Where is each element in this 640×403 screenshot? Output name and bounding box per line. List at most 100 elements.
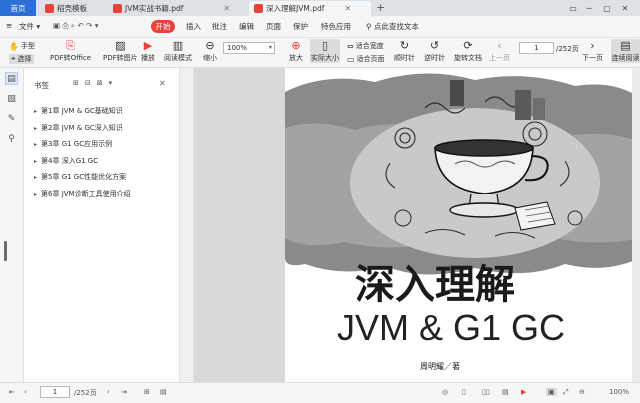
status-page-input[interactable]: 1 (40, 386, 70, 398)
tab-label: 稻壳模板 (57, 4, 87, 13)
next-page-button[interactable]: › 下一页 (582, 39, 603, 63)
continuous-page-icon[interactable]: ▤ (502, 388, 509, 396)
bookmark-item[interactable]: ▸ 第4章 深入G1 GC (34, 156, 98, 166)
menu-annotate[interactable]: 批注 (212, 21, 227, 32)
fit-icon[interactable]: ▣ (546, 388, 557, 396)
last-page-icon[interactable]: ⇥ (121, 388, 127, 396)
pdf-office-icon: ⎘ (66, 39, 75, 52)
menu-insert[interactable]: 插入 (186, 21, 201, 32)
bookmark-expand-icon[interactable]: ⊟ (85, 79, 91, 87)
new-tab-button[interactable]: + (376, 1, 385, 14)
bookmark-panel: 书签 ⊞ ⊟ ⊠ ▾ ✕ ▸ 第1章 JVM & GC基础知识 ▸ 第2章 JVM … (25, 68, 180, 382)
eye-icon[interactable]: ◎ (442, 388, 448, 396)
panel-collapse-strip[interactable] (180, 68, 194, 382)
fit-page-button[interactable]: ▭ 适合页面 (347, 54, 385, 64)
bookmark-item[interactable]: ▸ 第2章 JVM & GC深入知识 (34, 123, 123, 133)
bookmark-item[interactable]: ▸ 第5章 G1 GC性能优化方案 (34, 172, 126, 182)
pdf-to-image-button[interactable]: ▨ PDF转图片 (103, 39, 138, 63)
zoom-in-label: 放大 (289, 54, 303, 62)
page-mode-icon[interactable]: ▤ (160, 388, 167, 396)
play-icon: ▶ (143, 39, 153, 52)
pdf-to-office-button[interactable]: ⎘ PDF转Office (50, 39, 91, 63)
play-icon[interactable]: ▶ (521, 388, 526, 396)
add-page-icon[interactable]: ⊞ (144, 388, 150, 396)
bookmark-delete-icon[interactable]: ⊠ (97, 79, 103, 87)
bookmark-panel-icon[interactable]: ▤ (5, 72, 18, 85)
single-page-icon[interactable]: ▯ (462, 388, 466, 396)
thumbnail-icon[interactable]: ▨ (5, 92, 18, 105)
fit-width-button[interactable]: ⇔ 适合宽度 (347, 41, 384, 51)
zoom-in-button[interactable]: ⊕ 放大 (289, 39, 303, 63)
menu-page[interactable]: 页面 (266, 21, 281, 32)
close-icon[interactable]: ✕ (159, 79, 166, 88)
tab-docer-templates[interactable]: 稻壳模板 (40, 1, 92, 16)
zoom-slider-icon[interactable]: ⊖ (579, 388, 585, 396)
read-mode-button[interactable]: ▥ 阅读模式 (164, 39, 192, 63)
status-zoom: 100% (609, 388, 630, 396)
chevron-right-icon: › (590, 39, 595, 52)
page-input[interactable]: 1 (519, 42, 554, 54)
next-page-icon[interactable]: › (107, 388, 110, 396)
prev-page-icon[interactable]: ‹ (24, 388, 27, 396)
minimize-button[interactable]: ─ (582, 1, 596, 15)
actual-size-button[interactable]: ▯ 实际大小 (310, 39, 340, 63)
document-view: 深入理解 JVM & G1 GC 周明耀／著 (194, 68, 640, 382)
hand-tool[interactable]: ✋ 手型 (9, 41, 35, 51)
bookmark-item[interactable]: ▸ 第6章 JVM诊断工具使用介绍 (34, 189, 131, 199)
menu-start[interactable]: 开始 (151, 20, 175, 33)
menu-edit[interactable]: 编辑 (239, 21, 254, 32)
first-page-icon[interactable]: ⇤ (9, 388, 15, 396)
continuous-read-button[interactable]: ▤ 连续阅读 (611, 39, 640, 63)
fullscreen-icon[interactable]: ⤢ (563, 388, 569, 397)
page-total: /252页 (556, 44, 579, 54)
rail-scroll-indicator[interactable] (4, 241, 7, 261)
book-icon: ▥ (172, 39, 184, 52)
cover-title-cn: 深入理解 (355, 261, 515, 308)
status-page-current: 1 (52, 388, 58, 396)
play-button[interactable]: ▶ 播放 (141, 39, 155, 63)
pdf-to-image-label: PDF转图片 (103, 54, 138, 62)
caret-right-icon: ▸ (34, 140, 38, 148)
menu-icon[interactable]: ▭ (566, 1, 580, 15)
tab-deep-jvm[interactable]: 深入理解JVM.pdf ✕ (249, 1, 371, 16)
zoom-select[interactable]: 100% ▾ (223, 42, 275, 54)
maximize-button[interactable]: ▢ (600, 1, 614, 15)
bookmark-label: 第2章 JVM & GC深入知识 (41, 124, 123, 132)
search-icon[interactable]: ⚲ (5, 132, 18, 145)
close-window-button[interactable]: ✕ (618, 1, 632, 15)
bookmark-add-icon[interactable]: ⊞ (73, 79, 79, 87)
hamburger-icon[interactable]: ≡ (6, 21, 12, 30)
select-label: 选择 (17, 55, 32, 63)
continuous-label: 连续阅读 (611, 54, 640, 62)
bookmark-more-icon[interactable]: ▾ (109, 79, 113, 87)
quick-access-icons[interactable]: ▣ ⎙ ⌕ ↶ ↷ ▾ (53, 21, 99, 31)
bookmark-item[interactable]: ▸ 第3章 G1 GC应用示例 (34, 139, 112, 149)
close-icon[interactable]: ✕ (223, 4, 230, 13)
caret-right-icon: ▸ (34, 173, 38, 181)
menu-protect[interactable]: 保护 (293, 21, 308, 32)
double-page-icon[interactable]: ▯▯ (482, 388, 490, 396)
caret-right-icon: ▸ (34, 107, 38, 115)
select-tool[interactable]: ⌖ 选择 (9, 54, 34, 64)
tab-bar: 首页 稻壳模板 JVM实战书籍.pdf ✕ 深入理解JVM.pdf ✕ + ▭ … (0, 0, 640, 16)
menu-file[interactable]: 文件 ▾ (19, 21, 40, 32)
menu-bar: ≡ 文件 ▾ ▣ ⎙ ⌕ ↶ ↷ ▾ 插入 批注 编辑 页面 保护 特色应用 ⚲… (0, 16, 640, 38)
read-mode-label: 阅读模式 (164, 54, 192, 62)
menu-features[interactable]: 特色应用 (321, 21, 351, 32)
zoom-out-button[interactable]: ⊖ 缩小 (203, 39, 217, 63)
prev-page-label: 上一页 (489, 54, 510, 62)
rotate-ccw-button[interactable]: ↺ 逆时针 (424, 39, 445, 63)
rotate-cw-button[interactable]: ↻ 顺时针 (394, 39, 415, 63)
search-text[interactable]: ⚲ 点此查找文本 (366, 21, 419, 32)
rotate-doc-button[interactable]: ⟳ 旋转文档 (454, 39, 482, 63)
bookmark-label: 第1章 JVM & GC基础知识 (41, 107, 123, 115)
prev-page-button[interactable]: ‹ 上一页 (489, 39, 510, 63)
annotation-icon[interactable]: ✎ (5, 112, 18, 125)
close-icon[interactable]: ✕ (344, 4, 351, 13)
fit-page-label: 适合页面 (356, 55, 385, 63)
bookmark-item[interactable]: ▸ 第1章 JVM & GC基础知识 (34, 106, 123, 116)
tab-home[interactable]: 首页 (0, 0, 36, 16)
vertical-scrollbar[interactable] (632, 68, 640, 382)
tab-jvm-books[interactable]: JVM实战书籍.pdf ✕ (108, 1, 235, 16)
pdf-icon (113, 4, 122, 13)
